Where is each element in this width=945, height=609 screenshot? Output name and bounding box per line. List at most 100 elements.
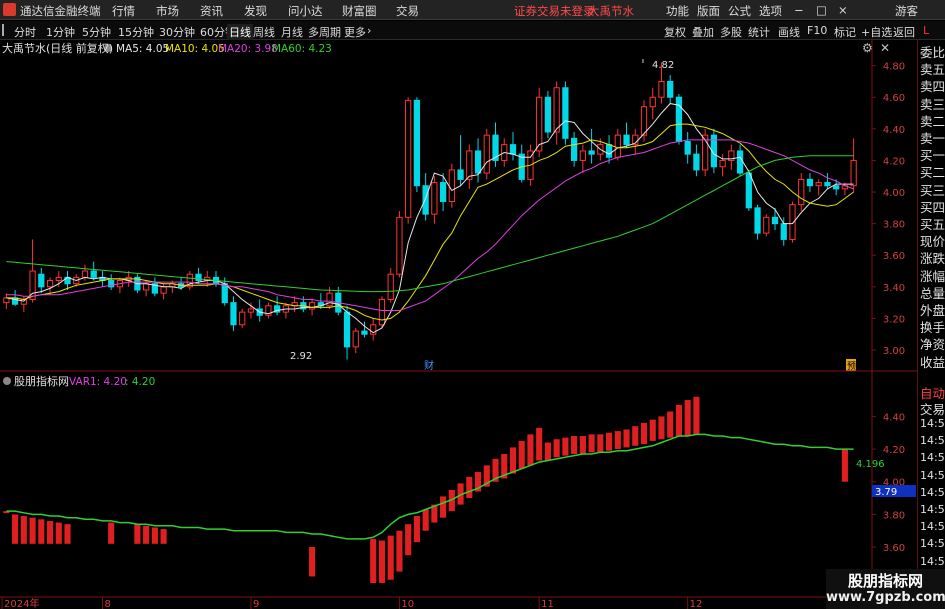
- indicator-bar: [20, 516, 27, 544]
- sidebar-item[interactable]: 买五: [920, 214, 945, 233]
- settings-gear-icon[interactable]: ⚙: [862, 41, 873, 55]
- period-multi[interactable]: 多周期: [308, 24, 341, 40]
- forecast-marker[interactable]: 预: [847, 361, 856, 372]
- candle-body: [754, 207, 761, 234]
- panel-close-icon[interactable]: ✕: [880, 41, 890, 55]
- indicator-bar: [588, 434, 595, 453]
- maximize-button[interactable]: □: [816, 3, 827, 17]
- sidebar-item[interactable]: 卖三: [920, 94, 945, 113]
- sidebar-item[interactable]: 卖五: [920, 59, 945, 78]
- collapse-icon[interactable]: [2, 24, 10, 36]
- sidebar-item[interactable]: 买四: [920, 197, 945, 216]
- menu-item-options[interactable]: 选项: [759, 3, 782, 19]
- sidebar-item[interactable]: 买三: [920, 180, 945, 199]
- sidebar-item[interactable]: 收益: [920, 352, 945, 371]
- period-30min[interactable]: 30分钟: [159, 24, 195, 40]
- price-tick-label: 4.20: [883, 156, 905, 167]
- login-notice[interactable]: 证券交易未登录: [514, 3, 595, 19]
- indicator-settings-icon[interactable]: [3, 377, 11, 385]
- date-tick-label: 11: [541, 599, 554, 609]
- earnings-marker[interactable]: 财: [424, 359, 434, 372]
- minimize-button[interactable]: −: [794, 3, 804, 17]
- guest-label[interactable]: 游客: [895, 3, 918, 19]
- sidebar-item[interactable]: 换手: [920, 317, 945, 336]
- sidebar-item[interactable]: 卖二: [920, 111, 945, 130]
- sidebar-item[interactable]: 外盘: [920, 300, 945, 319]
- back-button[interactable]: 返回: [893, 24, 915, 40]
- more-chevron-icon[interactable]: ›: [367, 24, 371, 37]
- indicator-bar: [440, 496, 447, 518]
- period-weekly[interactable]: 周线: [253, 24, 275, 40]
- menu-item-wealth-circle[interactable]: 财富圈: [342, 3, 377, 19]
- period-more[interactable]: 更多: [344, 24, 366, 40]
- candle-body: [553, 87, 560, 133]
- low-price-label: 2.92: [290, 351, 312, 362]
- sidebar-lower-item[interactable]: 交易: [920, 399, 945, 418]
- candle-body: [448, 169, 455, 203]
- period-monthly[interactable]: 月线: [281, 24, 303, 40]
- menu-item-layout[interactable]: 版面: [697, 3, 720, 19]
- sidebar-item[interactable]: 涨跌: [920, 248, 945, 267]
- main-chart-title: 大禹节水(日线 前复权): [2, 41, 113, 55]
- tick-time: 14:56: [920, 451, 945, 465]
- overlay-button[interactable]: 叠加: [692, 24, 714, 40]
- candle-body: [247, 308, 255, 313]
- tick-time: 14:56: [920, 537, 945, 551]
- indicator-bar: [143, 525, 150, 544]
- indicator-bar: [544, 442, 551, 461]
- l-button[interactable]: L: [923, 24, 929, 37]
- restore-rights-button[interactable]: 复权: [664, 24, 686, 40]
- tick-time: 14:56: [920, 554, 945, 568]
- ma60-label: MA60: 4.23: [272, 43, 332, 55]
- sidebar-item[interactable]: 买二: [920, 162, 945, 181]
- sidebar-item[interactable]: 净资: [920, 334, 945, 353]
- f10-button[interactable]: F10: [807, 24, 827, 37]
- add-watchlist-button[interactable]: +自选: [861, 24, 892, 40]
- indicator-bar: [38, 519, 45, 544]
- menu-item-wenxiaoda[interactable]: 问小达: [288, 3, 323, 19]
- var1-label: VAR1: 4.20: [69, 376, 127, 388]
- period-15min[interactable]: 15分钟: [118, 24, 154, 40]
- tick-time: 14:56: [920, 417, 945, 430]
- candle-body: [405, 99, 412, 218]
- candle-body: [46, 280, 54, 288]
- candle-body: [675, 96, 683, 142]
- sidebar-item[interactable]: 卖四: [920, 76, 945, 95]
- ma60-line: [6, 155, 854, 293]
- close-button[interactable]: ×: [838, 3, 848, 17]
- sidebar-item[interactable]: 买一: [920, 145, 945, 164]
- menu-item-news[interactable]: 资讯: [200, 3, 223, 19]
- date-tick-label: 8: [104, 599, 110, 609]
- period-daily[interactable]: 日线: [227, 24, 253, 40]
- menu-item-market[interactable]: 市场: [156, 3, 179, 19]
- candle-body: [308, 302, 316, 310]
- mark-button[interactable]: 标记: [834, 24, 856, 40]
- candle-body: [536, 96, 543, 152]
- menu-item-trade[interactable]: 交易: [396, 3, 419, 19]
- period-5min[interactable]: 5分钟: [82, 24, 111, 40]
- sidebar-item[interactable]: 总量: [920, 283, 945, 302]
- indicator-bar: [46, 520, 54, 544]
- menu-item-function[interactable]: 功能: [666, 3, 689, 19]
- draw-line-button[interactable]: 画线: [778, 24, 800, 40]
- indicator-bar: [684, 400, 691, 436]
- sidebar-item[interactable]: 现价: [920, 231, 945, 250]
- indicator-title: 股朋指标网: [14, 374, 69, 388]
- menu-item-formula[interactable]: 公式: [728, 3, 751, 19]
- menu-item-discover[interactable]: 发现: [244, 3, 267, 19]
- candle-body: [326, 292, 333, 307]
- period-1min[interactable]: 1分钟: [46, 24, 75, 40]
- menu-item-quotes[interactable]: 行情: [112, 3, 135, 19]
- ma20-label: MA20: 3.98: [218, 43, 278, 55]
- kline-chart[interactable]: 3.00 3.20 3.40 3.60 3.80 4.00 4.20 4.40 4.60 4.80…: [0, 40, 917, 609]
- candle-body: [544, 96, 552, 133]
- sidebar-item[interactable]: 卖一: [920, 128, 945, 147]
- candle-body: [343, 311, 351, 348]
- candle-body: [439, 182, 447, 203]
- multi-stock-button[interactable]: 多股: [720, 24, 742, 40]
- indicator-bar: [527, 434, 534, 466]
- period-intraday[interactable]: 分时: [14, 24, 36, 40]
- stats-button[interactable]: 统计: [748, 24, 770, 40]
- sidebar-item[interactable]: 涨幅: [920, 266, 945, 285]
- sidebar-item[interactable]: 委比: [920, 42, 945, 61]
